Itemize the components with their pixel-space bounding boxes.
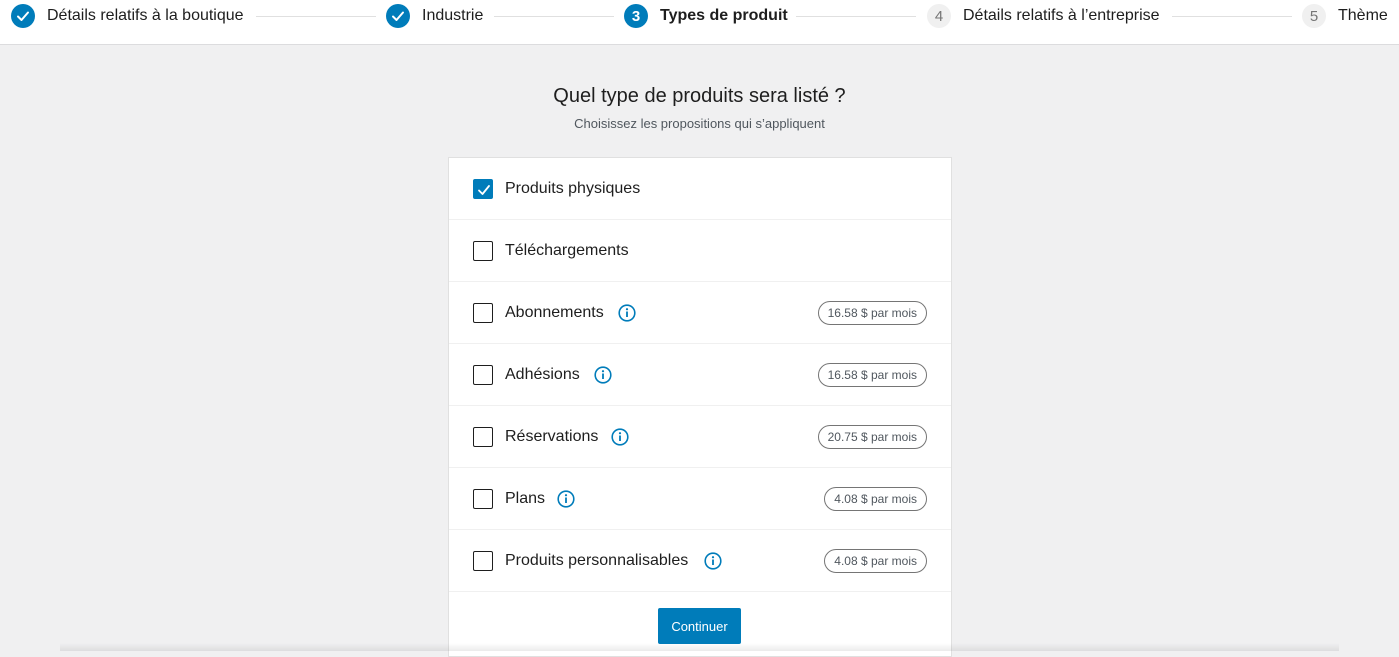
price-badge: 4.08 $ par mois [824,549,927,573]
step-label: Industrie [422,7,484,24]
step-number: 3 [624,4,648,28]
step-connector [796,16,916,17]
product-option-label: Produits personnalisables [505,552,689,569]
product-option-label: Téléchargements [505,242,629,259]
step-theme[interactable]: 5 Thème [1302,4,1388,28]
product-option-customizable[interactable]: Produits personnalisables 4.08 $ par moi… [449,530,951,592]
product-types-card: Produits physiques Téléchargements Abonn… [448,157,952,657]
info-icon[interactable] [618,304,636,322]
checkbox[interactable] [473,427,493,447]
page-title: Quel type de produits sera listé ? [553,85,846,107]
continue-button[interactable]: Continuer [658,608,741,644]
step-store-details[interactable]: Détails relatifs à la boutique [11,4,244,28]
info-icon[interactable] [594,366,612,384]
product-option-plans[interactable]: Plans 4.08 $ par mois [449,468,951,530]
product-option-downloads[interactable]: Téléchargements [449,220,951,282]
checkmark-icon [386,4,410,28]
checkbox[interactable] [473,365,493,385]
stepper-header: Détails relatifs à la boutique Industrie… [0,0,1399,45]
product-option-subscriptions[interactable]: Abonnements 16.58 $ par mois [449,282,951,344]
checkbox[interactable] [473,241,493,261]
price-badge: 16.58 $ par mois [817,363,927,387]
step-label: Détails relatifs à l’entreprise [963,7,1160,24]
step-connector [256,16,376,17]
step-product-types[interactable]: 3 Types de produit [624,4,788,28]
step-number: 4 [927,4,951,28]
price-badge: 4.08 $ par mois [824,487,927,511]
product-option-label: Abonnements [505,304,604,321]
step-number: 5 [1302,4,1326,28]
info-icon[interactable] [611,428,629,446]
info-icon[interactable] [704,552,722,570]
product-option-bookings[interactable]: Réservations 20.75 $ par mois [449,406,951,468]
price-badge: 16.58 $ par mois [817,301,927,325]
info-icon[interactable] [557,490,575,508]
checkbox[interactable] [473,303,493,323]
checkbox[interactable] [473,551,493,571]
product-option-physical[interactable]: Produits physiques [449,158,951,220]
step-business-details[interactable]: 4 Détails relatifs à l’entreprise [927,4,1160,28]
step-connector [494,16,614,17]
step-industry[interactable]: Industrie [386,4,483,28]
price-badge: 20.75 $ par mois [817,425,927,449]
product-option-label: Produits physiques [505,180,641,197]
page-subtitle: Choisissez les propositions qui s’appliq… [574,116,825,131]
checkbox-checked[interactable] [473,179,493,199]
step-label: Thème [1338,7,1388,24]
checkmark-icon [11,4,35,28]
product-option-label: Plans [505,490,546,507]
step-label: Types de produit [660,7,788,24]
step-connector [1172,16,1292,17]
checkbox[interactable] [473,489,493,509]
bottom-shadow [60,643,1339,651]
product-option-label: Adhésions [505,366,580,383]
step-label: Détails relatifs à la boutique [47,7,244,24]
product-option-label: Réservations [505,428,599,445]
product-option-memberships[interactable]: Adhésions 16.58 $ par mois [449,344,951,406]
